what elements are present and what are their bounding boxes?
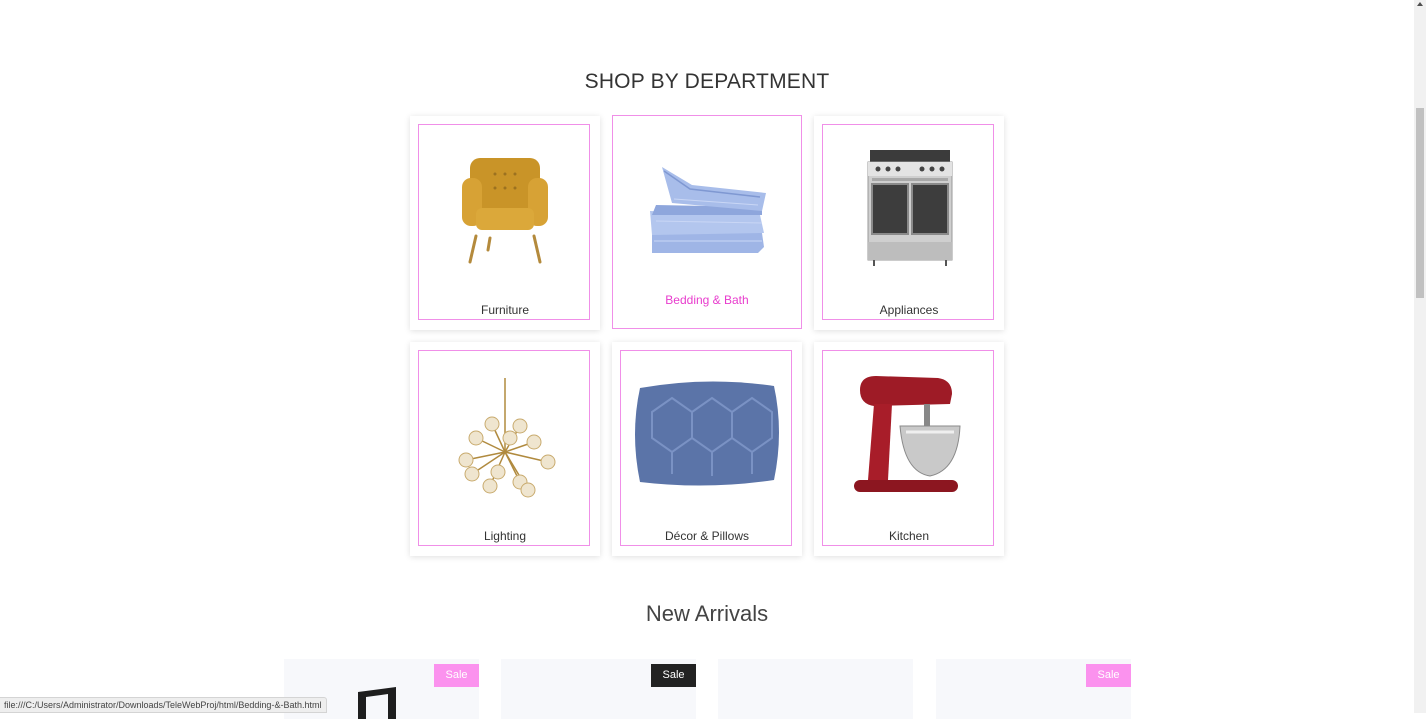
department-card-decor-pillows[interactable]: Décor & Pillows xyxy=(612,342,802,556)
shop-by-department-heading: SHOP BY DEPARTMENT xyxy=(584,70,830,93)
scrollbar-thumb[interactable] xyxy=(1416,108,1424,298)
department-label: Appliances xyxy=(879,303,939,317)
page: SHOP BY DEPARTMENT Furniture Bedding & B… xyxy=(0,0,1414,719)
department-card-kitchen[interactable]: Kitchen xyxy=(814,342,1004,556)
pillow-icon xyxy=(635,381,779,486)
stand-mixer-icon xyxy=(854,376,961,492)
chandelier-icon xyxy=(458,378,556,498)
department-label: Lighting xyxy=(483,529,527,543)
scroll-up-arrow-icon[interactable] xyxy=(1417,2,1423,6)
department-label: Décor & Pillows xyxy=(664,529,750,543)
department-card-bedding-bath[interactable]: Bedding & Bath xyxy=(612,115,802,329)
department-card-lighting[interactable]: Lighting xyxy=(410,342,600,556)
armchair-icon xyxy=(462,158,548,264)
vertical-scrollbar[interactable] xyxy=(1414,0,1426,713)
department-card-furniture[interactable]: Furniture xyxy=(410,116,600,330)
product-card[interactable]: Sale xyxy=(936,659,1131,719)
new-arrivals-heading: New Arrivals xyxy=(645,601,769,626)
product-card[interactable] xyxy=(718,659,913,719)
department-card-appliances[interactable]: Appliances xyxy=(814,116,1004,330)
product-card[interactable]: Sale xyxy=(501,659,696,719)
department-label: Kitchen xyxy=(888,529,930,543)
sale-badge: Sale xyxy=(651,664,696,687)
sale-badge: Sale xyxy=(1086,664,1131,687)
range-oven-icon xyxy=(867,150,953,266)
department-label: Bedding & Bath xyxy=(665,293,749,307)
department-label: Furniture xyxy=(480,303,530,317)
browser-status-bar-url: file:///C:/Users/Administrator/Downloads… xyxy=(0,697,328,713)
